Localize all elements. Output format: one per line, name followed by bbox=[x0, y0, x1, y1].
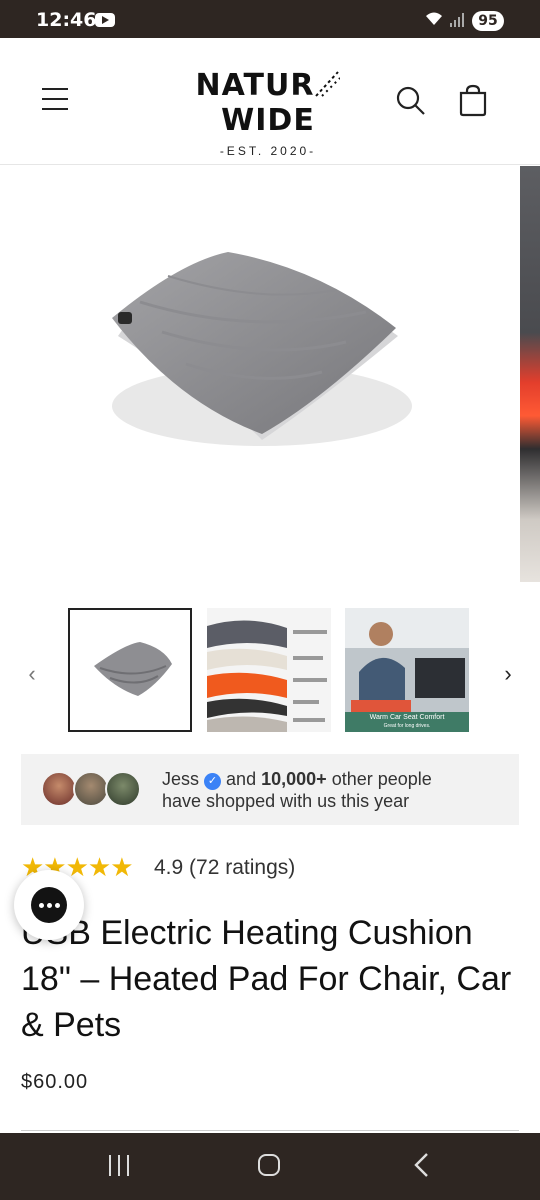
social-proof-count: 10,000+ bbox=[261, 769, 327, 789]
social-proof-line2: have shopped with us this year bbox=[162, 791, 410, 811]
thumbnail-strip: ‹ Warm Car Seat Comfort Great for long d… bbox=[0, 605, 540, 735]
thumbnail-2[interactable] bbox=[207, 608, 331, 732]
battery-indicator: 95 bbox=[472, 11, 504, 31]
store-logo[interactable]: NATURWIDE -EST. 2020- bbox=[170, 68, 366, 158]
divider bbox=[21, 1130, 519, 1131]
home-icon[interactable] bbox=[258, 1154, 280, 1176]
signal-icon bbox=[450, 13, 466, 27]
product-title: USB Electric Heating Cushion 18" – Heate… bbox=[21, 914, 512, 1044]
menu-icon[interactable] bbox=[40, 86, 70, 114]
product-gallery[interactable] bbox=[0, 166, 540, 582]
wifi-icon bbox=[424, 11, 444, 30]
cart-icon[interactable] bbox=[456, 84, 490, 118]
chevron-left-icon[interactable]: ‹ bbox=[22, 661, 42, 687]
logo-left: NATUR bbox=[195, 68, 315, 103]
chevron-right-icon[interactable]: › bbox=[498, 661, 518, 687]
site-header: NATURWIDE -EST. 2020- bbox=[0, 38, 540, 165]
recent-apps-icon[interactable] bbox=[107, 1155, 131, 1177]
thumbnail-1[interactable] bbox=[68, 608, 192, 732]
verified-badge-icon: ✓ bbox=[204, 773, 222, 790]
chat-icon bbox=[31, 887, 67, 923]
social-proof-line1-end: other people bbox=[331, 769, 432, 789]
social-proof-banner: Jess ✓ and 10,000+ other people have sho… bbox=[21, 754, 519, 825]
customer-avatar bbox=[105, 771, 141, 807]
thumbnail-3-title: Warm Car Seat Comfort bbox=[369, 714, 445, 721]
logo-right: WIDE bbox=[221, 103, 315, 138]
search-icon[interactable] bbox=[394, 84, 428, 118]
logo-tagline: -EST. 2020- bbox=[219, 144, 317, 158]
thumbnail-3[interactable]: Warm Car Seat Comfort Great for long dri… bbox=[345, 608, 469, 732]
thumbnail-3-caption: Warm Car Seat Comfort Great for long dri… bbox=[345, 714, 469, 730]
youtube-notification-icon bbox=[95, 13, 115, 27]
product-price: $60.00 bbox=[21, 1071, 89, 1093]
thumbnail-3-subtitle: Great for long drives. bbox=[383, 723, 431, 729]
logo-mark-icon bbox=[315, 71, 342, 97]
system-navigation-bar bbox=[0, 1133, 540, 1200]
logo-wordmark: NATURWIDE bbox=[170, 68, 366, 138]
social-proof-and: and bbox=[226, 769, 257, 789]
social-proof-name: Jess bbox=[162, 769, 200, 789]
back-icon[interactable] bbox=[410, 1152, 434, 1178]
rating-text: 4.9 (72 ratings) bbox=[154, 856, 296, 879]
customer-avatar bbox=[73, 771, 109, 807]
product-main-image[interactable] bbox=[0, 166, 520, 582]
social-proof-text: Jess ✓ and 10,000+ other people have sho… bbox=[162, 768, 432, 812]
chat-widget-button[interactable] bbox=[14, 870, 84, 940]
customer-avatar bbox=[41, 771, 77, 807]
status-bar: 12:46 95 bbox=[0, 0, 540, 38]
next-product-image-peek[interactable] bbox=[520, 166, 540, 582]
status-time: 12:46 bbox=[36, 9, 97, 31]
